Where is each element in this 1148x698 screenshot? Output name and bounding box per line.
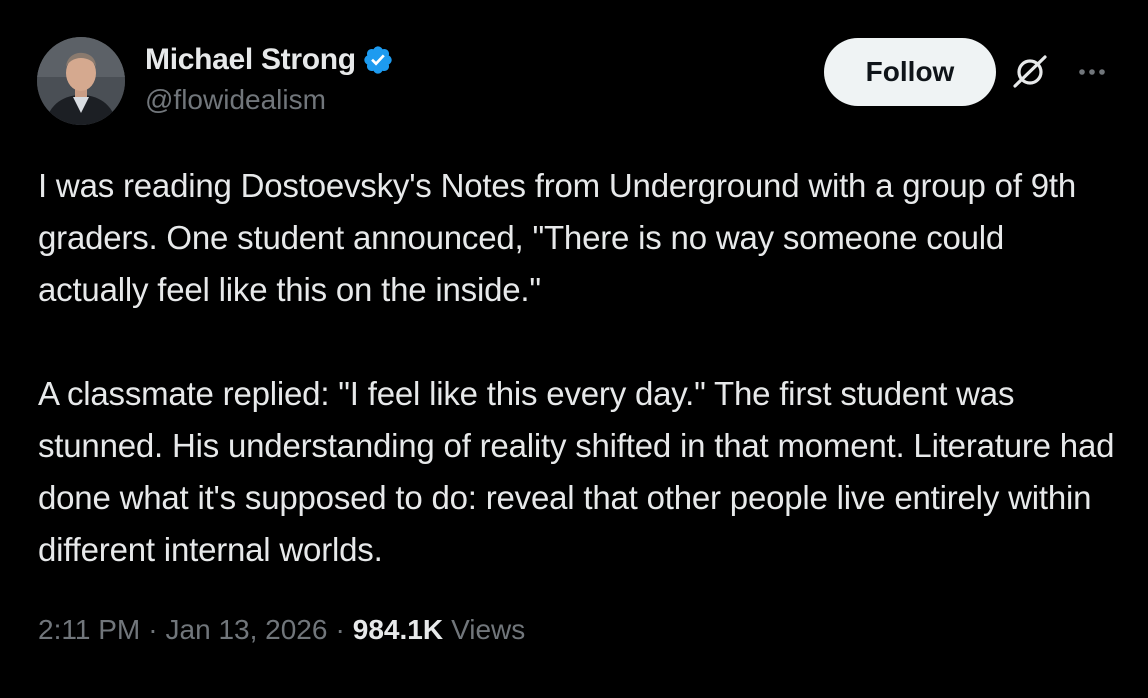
author-name-row: Michael Strong xyxy=(145,40,394,80)
tweet-text: I was reading Dostoevsky's Notes from Un… xyxy=(38,160,1118,576)
meta-separator: · xyxy=(335,614,345,645)
tweet-paragraph-2: A classmate replied: "I feel like this e… xyxy=(38,375,1115,568)
tweet-time[interactable]: 2:11 PM xyxy=(38,614,140,646)
profile-photo-icon xyxy=(37,37,125,125)
author-name[interactable]: Michael Strong xyxy=(145,43,356,77)
more-options-icon[interactable] xyxy=(1072,58,1112,86)
author-handle[interactable]: @flowidealism xyxy=(145,84,326,116)
follow-button[interactable]: Follow xyxy=(824,38,996,106)
tweet-card: Michael Strong @flowidealism Follow I wa… xyxy=(0,0,1148,698)
meta-separator: · xyxy=(148,614,158,645)
tweet-meta: 2:11 PM · Jan 13, 2026 · 984.1K Views xyxy=(38,614,525,646)
verified-badge-icon[interactable] xyxy=(362,44,394,76)
tweet-paragraph-1: I was reading Dostoevsky's Notes from Un… xyxy=(38,167,1077,308)
views-count[interactable]: 984.1K xyxy=(353,614,443,646)
grok-icon[interactable] xyxy=(1008,50,1052,94)
views-label[interactable]: Views xyxy=(451,614,525,646)
tweet-date[interactable]: Jan 13, 2026 xyxy=(166,614,328,646)
avatar[interactable] xyxy=(37,37,125,125)
